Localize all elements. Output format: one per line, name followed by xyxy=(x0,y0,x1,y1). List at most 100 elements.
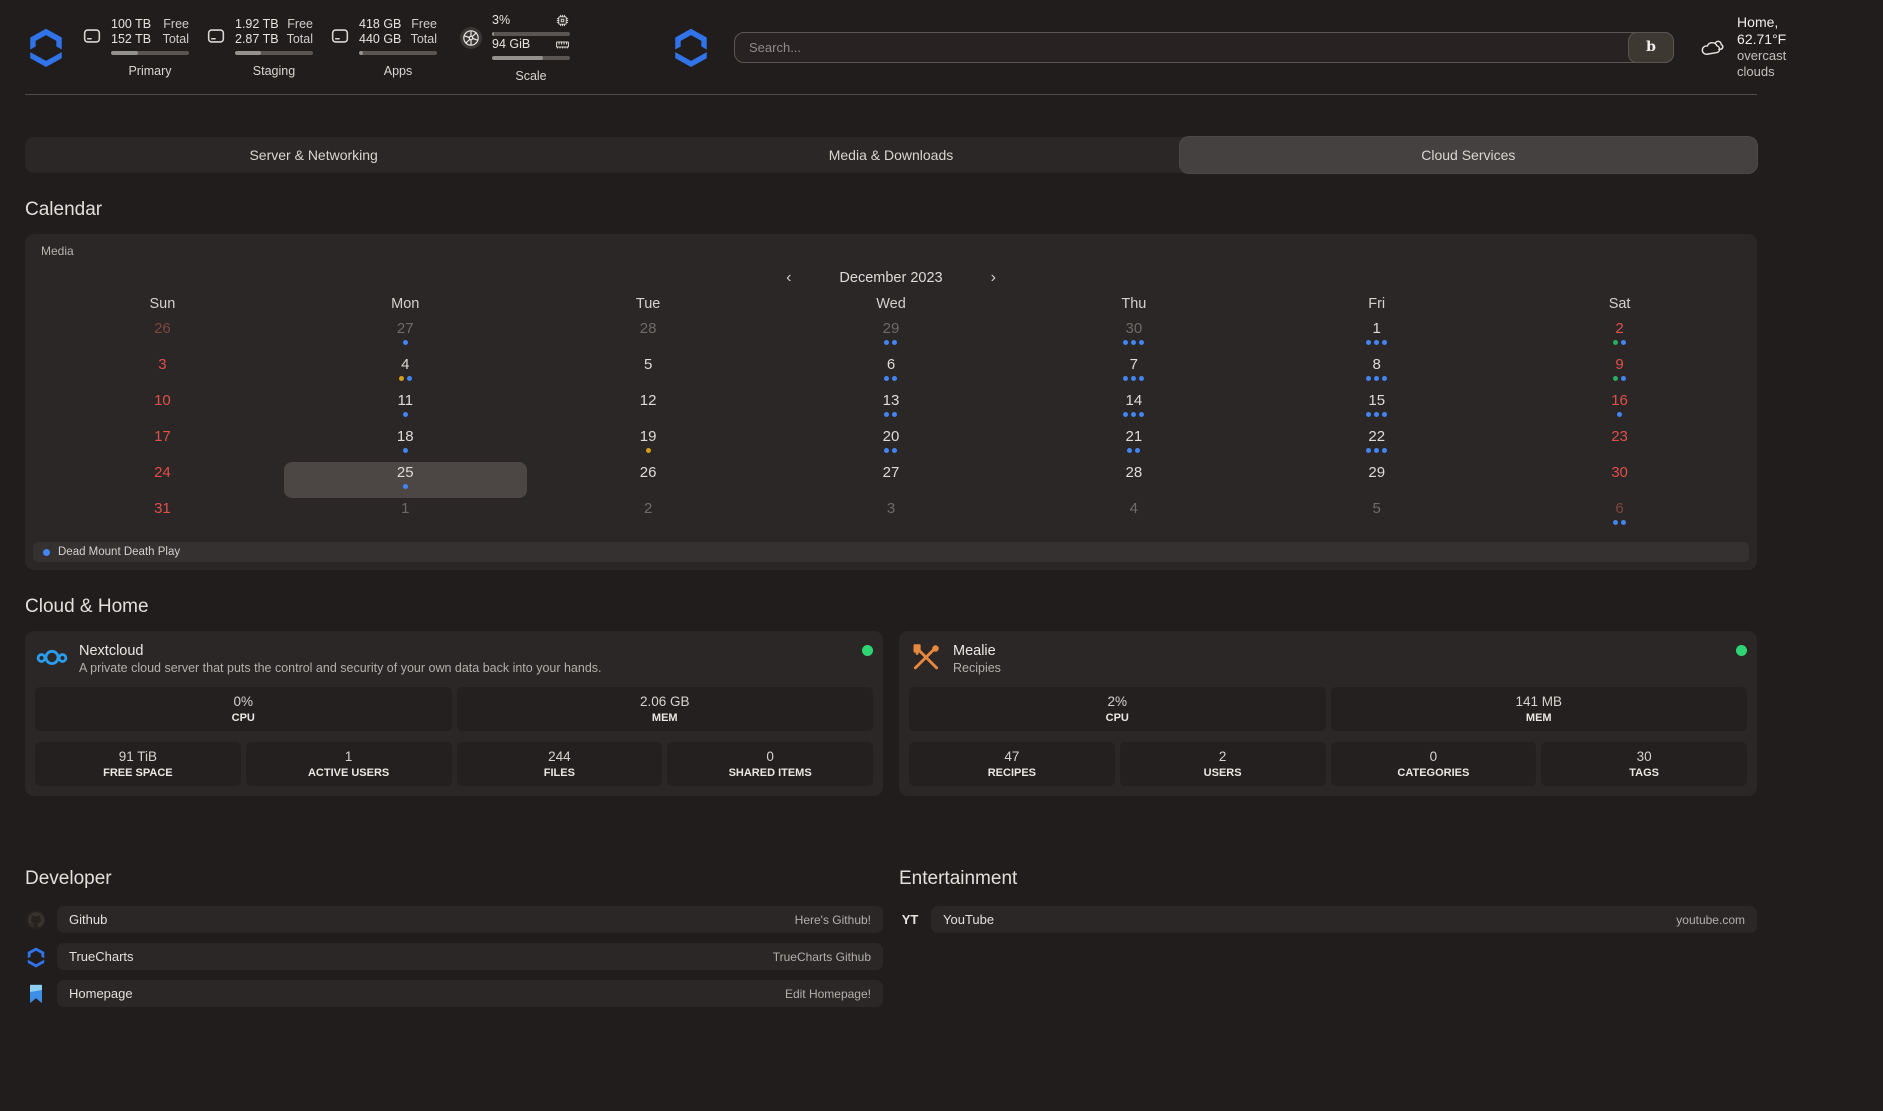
event-dot-blue xyxy=(1131,376,1136,381)
event-dot-blue xyxy=(892,448,897,453)
event-dot-blue xyxy=(1131,412,1136,417)
stat-tags: 30TAGS xyxy=(1541,742,1747,786)
calendar-day-number: 26 xyxy=(640,465,657,481)
calendar-day-number: 28 xyxy=(1126,465,1143,481)
calendar-week-row: 2627 28 29 30 12 xyxy=(41,318,1741,354)
calendar-day[interactable]: 6 xyxy=(770,354,1013,390)
calendar-day[interactable]: 31 xyxy=(41,498,284,534)
calendar-legend: Dead Mount Death Play xyxy=(33,542,1749,562)
calendar-day-number: 10 xyxy=(154,393,171,409)
calendar-day[interactable]: 5 xyxy=(527,354,770,390)
scale-mem-bar xyxy=(492,56,570,60)
bookmark-youtube[interactable]: YTYouTubeyoutube.com xyxy=(899,906,1757,933)
day-header-sat: Sat xyxy=(1498,296,1741,318)
calendar-event-dots xyxy=(884,376,897,381)
service-card-mealie[interactable]: MealieRecipies2%CPU141 MBMEM47RECIPES2US… xyxy=(899,631,1757,796)
event-dot-blue xyxy=(1139,340,1144,345)
calendar-day[interactable]: 9 xyxy=(1498,354,1741,390)
calendar-day[interactable]: 2 xyxy=(1498,318,1741,354)
calendar-day[interactable]: 12 xyxy=(527,390,770,426)
calendar-day[interactable]: 1 xyxy=(284,498,527,534)
bookmark-homepage[interactable]: HomepageEdit Homepage! xyxy=(25,980,883,1007)
calendar-event-dots xyxy=(646,448,651,453)
calendar-day[interactable]: 5 xyxy=(1255,498,1498,534)
calendar-day[interactable]: 21 xyxy=(1012,426,1255,462)
stat-value: 0 xyxy=(766,749,774,765)
calendar-day[interactable]: 26 xyxy=(527,462,770,498)
bookmark-note: Here's Github! xyxy=(795,913,871,927)
bookmark-truecharts[interactable]: TrueChartsTrueCharts Github xyxy=(25,943,883,970)
truecharts-logo[interactable] xyxy=(25,26,67,68)
calendar-week-row: 2425 26 27 28 2930 xyxy=(41,462,1741,498)
calendar-day[interactable]: 11 xyxy=(284,390,527,426)
calendar-day[interactable]: 18 xyxy=(284,426,527,462)
stat-shared-items: 0SHARED ITEMS xyxy=(667,742,873,786)
stat-mem: 141 MBMEM xyxy=(1331,687,1748,731)
calendar-day[interactable]: 10 xyxy=(41,390,284,426)
tab-server-networking[interactable]: Server & Networking xyxy=(25,137,602,173)
event-dot-blue xyxy=(1135,448,1140,453)
calendar-day-number: 27 xyxy=(883,465,900,481)
calendar-next-button[interactable]: › xyxy=(991,270,996,286)
calendar-day[interactable]: 22 xyxy=(1255,426,1498,462)
service-card-nextcloud[interactable]: NextcloudA private cloud server that put… xyxy=(25,631,883,796)
calendar-day[interactable]: 29 xyxy=(1255,462,1498,498)
calendar-day[interactable]: 2 xyxy=(527,498,770,534)
calendar-month-nav: ‹ December 2023 › xyxy=(25,268,1757,288)
calendar-day-number: 29 xyxy=(883,321,900,337)
scale-mem-value: 94 GiB xyxy=(492,37,530,52)
calendar-day[interactable]: 7 xyxy=(1012,354,1255,390)
calendar-day[interactable]: 28 xyxy=(1012,462,1255,498)
search-input[interactable] xyxy=(734,32,1674,63)
calendar-day[interactable]: 27 xyxy=(284,318,527,354)
calendar-day[interactable]: 8 xyxy=(1255,354,1498,390)
calendar-day[interactable]: 4 xyxy=(284,354,527,390)
service-description: A private cloud server that puts the con… xyxy=(79,660,602,676)
bookmark-group-title: Entertainment xyxy=(899,868,1757,890)
calendar-event-dots xyxy=(1366,376,1387,381)
event-dot-blue xyxy=(1131,340,1136,345)
calendar-day[interactable]: 27 xyxy=(770,462,1013,498)
calendar-day[interactable]: 30 xyxy=(1498,462,1741,498)
stat-label: MEM xyxy=(652,711,678,725)
calendar-day[interactable]: 13 xyxy=(770,390,1013,426)
calendar-day[interactable]: 23 xyxy=(1498,426,1741,462)
calendar-day[interactable]: 3 xyxy=(770,498,1013,534)
event-dot-blue xyxy=(1382,340,1387,345)
calendar-day[interactable]: 24 xyxy=(41,462,284,498)
tab-media-downloads[interactable]: Media & Downloads xyxy=(602,137,1179,173)
search-provider-button[interactable]: b xyxy=(1628,32,1674,63)
calendar-day-number: 30 xyxy=(1126,321,1143,337)
service-description: Recipies xyxy=(953,660,1001,676)
storage-widget-label: Primary xyxy=(111,64,189,78)
calendar-day[interactable]: 19 xyxy=(527,426,770,462)
bookmark-github[interactable]: GithubHere's Github! xyxy=(25,906,883,933)
calendar-event-dots xyxy=(1127,448,1140,453)
calendar-day[interactable]: 1 xyxy=(1255,318,1498,354)
calendar-day[interactable]: 16 xyxy=(1498,390,1741,426)
calendar-day[interactable]: 30 xyxy=(1012,318,1255,354)
calendar-prev-button[interactable]: ‹ xyxy=(786,270,791,286)
calendar-day-number: 8 xyxy=(1373,357,1381,373)
calendar-day[interactable]: 3 xyxy=(41,354,284,390)
calendar-day[interactable]: 4 xyxy=(1012,498,1255,534)
calendar-day[interactable]: 26 xyxy=(41,318,284,354)
calendar-day[interactable]: 29 xyxy=(770,318,1013,354)
calendar-day[interactable]: 28 xyxy=(527,318,770,354)
calendar-day[interactable]: 17 xyxy=(41,426,284,462)
event-dot-blue xyxy=(884,340,889,345)
calendar-day[interactable]: 6 xyxy=(1498,498,1741,534)
weather-widget[interactable]: Home, 62.71°F overcast clouds xyxy=(1700,14,1799,80)
truecharts-logo[interactable] xyxy=(670,26,712,68)
storage-unit-label: Free xyxy=(411,17,437,32)
weather-location-temp: Home, 62.71°F xyxy=(1737,14,1799,48)
calendar-day[interactable]: 25 xyxy=(284,462,527,498)
calendar-day[interactable]: 20 xyxy=(770,426,1013,462)
calendar-day[interactable]: 14 xyxy=(1012,390,1255,426)
calendar-day-number: 16 xyxy=(1611,393,1628,409)
calendar-day[interactable]: 15 xyxy=(1255,390,1498,426)
calendar-event-dots xyxy=(403,448,408,453)
calendar-day-number: 28 xyxy=(640,321,657,337)
tab-cloud-services[interactable]: Cloud Services xyxy=(1180,137,1757,173)
calendar-day-number: 11 xyxy=(397,393,413,409)
